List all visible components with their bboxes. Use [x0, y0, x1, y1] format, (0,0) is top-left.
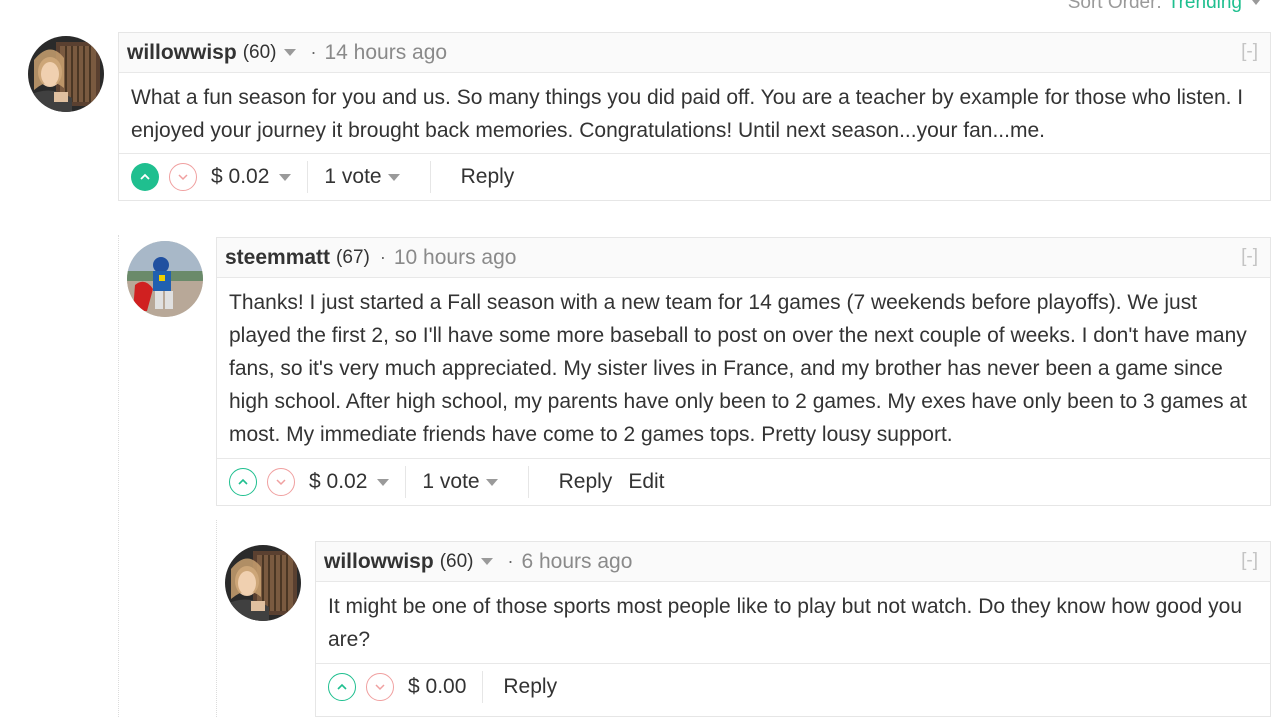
upvote-button[interactable]	[131, 163, 159, 191]
reply-button[interactable]: Reply	[559, 470, 613, 494]
chevron-down-icon	[178, 174, 188, 181]
timestamp[interactable]: 10 hours ago	[394, 246, 517, 270]
avatar[interactable]	[225, 545, 301, 621]
comment-footer: $ 0.02 1 vote Reply Edit	[217, 459, 1270, 505]
divider	[307, 161, 309, 193]
reply-button[interactable]: Reply	[461, 165, 515, 189]
chevron-down-icon	[276, 479, 286, 486]
comment-card: willowwisp (60) · 6 hours ago [-] It mig…	[315, 541, 1271, 717]
separator-dot: ·	[310, 42, 317, 62]
payout-value[interactable]: $ 0.00	[408, 675, 466, 699]
author-name[interactable]: steemmatt	[225, 246, 330, 270]
caret-down-icon[interactable]	[481, 558, 494, 565]
comment-footer: $ 0.02 1 vote Reply	[119, 154, 1270, 200]
payout-amount: $ 0.00	[408, 675, 467, 698]
downvote-button[interactable]	[169, 163, 197, 191]
vote-count[interactable]: 1 vote	[422, 470, 498, 494]
payout-amount: $ 0.02	[211, 165, 270, 188]
caret-down-icon[interactable]	[485, 478, 498, 486]
author-reputation: (67)	[336, 246, 370, 268]
author-reputation: (60)	[242, 41, 277, 63]
reply-button[interactable]: Reply	[503, 675, 557, 699]
caret-down-icon[interactable]	[387, 173, 400, 181]
divider	[429, 161, 431, 193]
separator-dot: ·	[379, 247, 386, 267]
payout-value[interactable]: $ 0.02	[211, 165, 292, 189]
comment-header: steemmatt (67) · 10 hours ago [-]	[217, 238, 1270, 278]
chevron-up-icon	[238, 478, 248, 485]
chevron-up-icon	[337, 683, 347, 690]
timestamp[interactable]: 6 hours ago	[521, 550, 632, 574]
collapse-button[interactable]: [-]	[1241, 246, 1258, 268]
vote-count[interactable]: 1 vote	[324, 165, 400, 189]
author-name[interactable]: willowwisp	[127, 41, 237, 65]
chevron-down-icon	[375, 684, 385, 691]
vote-count-label: 1 vote	[422, 470, 480, 493]
sort-order-label: Sort Order:	[1067, 0, 1162, 13]
author-reputation: (60)	[439, 550, 474, 572]
avatar[interactable]	[127, 241, 203, 317]
caret-down-icon[interactable]	[377, 478, 390, 486]
comment-card: steemmatt (67) · 10 hours ago [-] Thanks…	[216, 237, 1271, 506]
avatar[interactable]	[28, 36, 104, 112]
comment-header: willowwisp (60) · 6 hours ago [-]	[316, 542, 1270, 582]
comment-card: willowwisp (60) · 14 hours ago [-] What …	[118, 32, 1271, 201]
timestamp[interactable]: 14 hours ago	[324, 41, 447, 65]
payout-amount: $ 0.02	[309, 470, 368, 493]
caret-down-icon[interactable]	[1252, 0, 1260, 6]
comment-body: It might be one of those sports most peo…	[316, 582, 1270, 664]
collapse-button[interactable]: [-]	[1241, 41, 1258, 63]
collapse-button[interactable]: [-]	[1241, 550, 1258, 572]
payout-value[interactable]: $ 0.02	[309, 470, 390, 494]
comment-footer: $ 0.00 Reply	[316, 664, 1270, 710]
caret-down-icon[interactable]	[279, 173, 292, 181]
separator-dot: ·	[507, 551, 514, 571]
divider	[482, 671, 484, 703]
downvote-button[interactable]	[267, 468, 295, 496]
edit-button[interactable]: Edit	[628, 470, 664, 494]
sort-order[interactable]: Sort Order: Trending	[1068, 0, 1260, 14]
comment-body: What a fun season for you and us. So man…	[119, 73, 1270, 154]
vote-count-label: 1 vote	[324, 165, 382, 188]
comment-header: willowwisp (60) · 14 hours ago [-]	[119, 33, 1270, 73]
chevron-up-icon	[140, 173, 150, 180]
sort-order-value[interactable]: Trending	[1168, 0, 1242, 13]
author-name[interactable]: willowwisp	[324, 550, 434, 574]
caret-down-icon[interactable]	[284, 49, 297, 56]
thread-line	[118, 235, 119, 717]
divider	[527, 466, 529, 498]
downvote-button[interactable]	[366, 673, 394, 701]
thread-line	[216, 520, 217, 717]
upvote-button[interactable]	[328, 673, 356, 701]
comment-body: Thanks! I just started a Fall season wit…	[217, 278, 1270, 459]
divider	[405, 466, 407, 498]
upvote-button[interactable]	[229, 468, 257, 496]
